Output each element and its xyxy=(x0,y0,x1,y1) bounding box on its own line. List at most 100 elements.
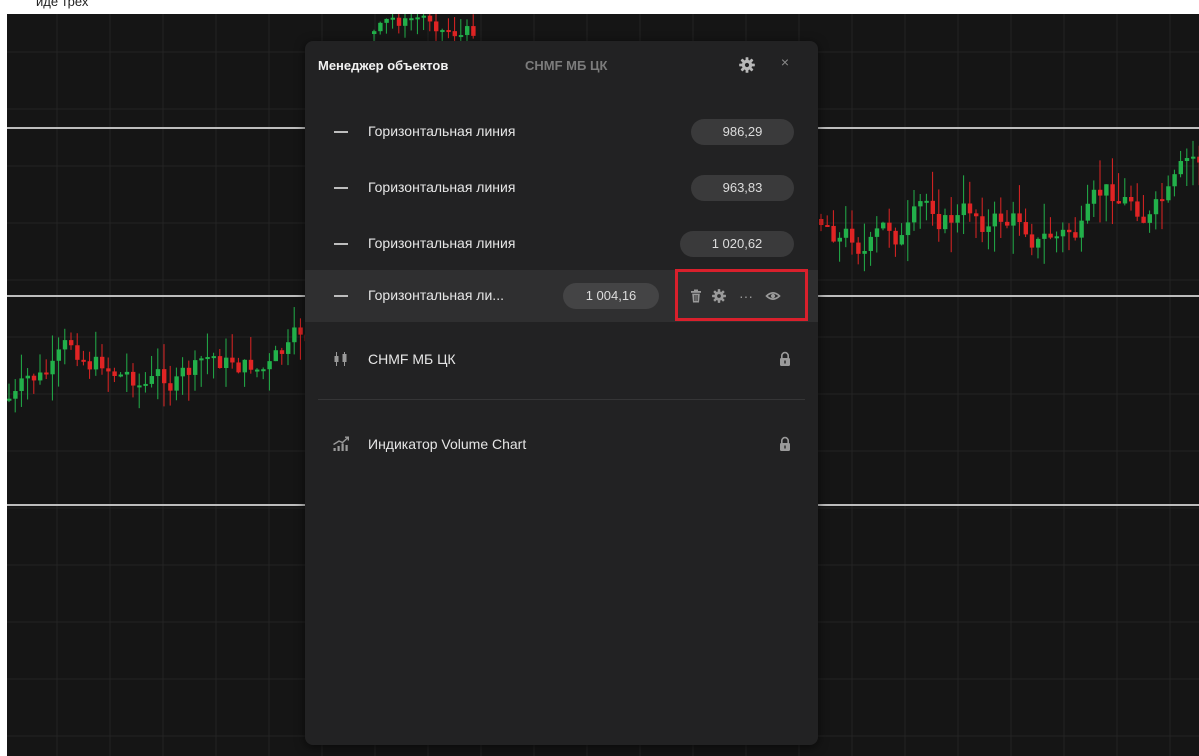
row-actions-highlight: ··· xyxy=(675,269,808,321)
candle-body xyxy=(87,361,92,370)
object-row[interactable]: Горизонтальная линия 1 020,62 xyxy=(305,218,818,270)
candle-body xyxy=(162,369,167,384)
indicator-row[interactable]: Индикатор Volume Chart xyxy=(305,419,818,471)
candle-body xyxy=(868,236,873,251)
candle-body xyxy=(286,342,291,354)
candles-icon xyxy=(334,352,347,366)
candle-body xyxy=(13,391,18,399)
trash-icon[interactable] xyxy=(688,288,704,304)
candle-body xyxy=(19,378,24,392)
candle-body xyxy=(384,18,389,23)
candle-body xyxy=(881,222,886,229)
candle-body xyxy=(1184,158,1190,162)
gear-icon[interactable] xyxy=(738,56,756,74)
candle-body xyxy=(843,228,849,238)
candle-body xyxy=(1147,214,1152,223)
candle-body xyxy=(403,18,408,26)
candle-body xyxy=(1122,196,1128,204)
candle-body xyxy=(168,383,173,391)
divider xyxy=(318,399,805,400)
instrument-label: CHMF МБ ЦК xyxy=(368,351,456,367)
candle-body xyxy=(255,369,260,372)
candle-body xyxy=(862,250,867,254)
candle-body xyxy=(1011,213,1016,226)
candle-body xyxy=(1005,221,1010,226)
object-manager-panel: Менеджер объектов CHMF МБ ЦК × Горизонта… xyxy=(305,41,818,745)
candle-body xyxy=(936,213,942,230)
candle-body xyxy=(446,30,451,33)
candle-body xyxy=(918,201,923,207)
candle-body xyxy=(118,374,123,377)
candle-body xyxy=(850,228,855,243)
candle-body xyxy=(50,360,55,375)
horizontal-line-icon xyxy=(334,187,348,189)
object-row[interactable]: Горизонтальная линия 963,83 xyxy=(305,162,818,214)
candle-body xyxy=(56,349,61,361)
candle-body xyxy=(831,225,836,242)
lock-icon[interactable] xyxy=(779,436,791,452)
candle-body xyxy=(819,219,824,226)
candle-body xyxy=(131,371,136,386)
candle-body xyxy=(893,230,898,245)
candle-body xyxy=(155,369,161,377)
candle-body xyxy=(1141,216,1146,223)
candle-body xyxy=(986,226,991,232)
candle-body xyxy=(1166,186,1171,201)
candle-body xyxy=(955,215,960,223)
object-label: Горизонтальная линия xyxy=(368,179,516,195)
horizontal-line-icon xyxy=(334,131,348,133)
candle-body xyxy=(25,375,30,379)
horizontal-line-icon xyxy=(334,295,348,297)
candle-body xyxy=(452,31,457,37)
candle-body xyxy=(230,357,235,363)
candle-body xyxy=(434,21,439,32)
object-row[interactable]: Горизонтальная линия 986,29 xyxy=(305,106,818,158)
candle-body xyxy=(1067,229,1072,233)
instrument-row[interactable]: CHMF МБ ЦК xyxy=(305,334,818,386)
candle-body xyxy=(143,383,148,386)
candle-body xyxy=(31,375,37,381)
candle-body xyxy=(458,35,464,38)
horizontal-line-icon xyxy=(334,243,348,245)
object-label: Горизонтальная ли... xyxy=(368,287,504,303)
candle-body xyxy=(1104,184,1109,196)
candle-body xyxy=(174,376,179,391)
candle-body xyxy=(992,213,997,227)
panel-header: Менеджер объектов CHMF МБ ЦК × xyxy=(305,41,818,93)
candle-body xyxy=(471,26,476,36)
candle-body xyxy=(236,362,241,373)
top-text: иде трех xyxy=(36,0,89,9)
object-label: Горизонтальная линия xyxy=(368,123,516,139)
candle-body xyxy=(465,26,470,36)
eye-icon[interactable] xyxy=(765,288,781,304)
candle-body xyxy=(378,22,383,32)
candle-body xyxy=(124,371,130,375)
candle-body xyxy=(69,340,74,346)
object-value: 963,83 xyxy=(691,175,794,201)
candle-body xyxy=(1160,199,1165,202)
candle-body xyxy=(186,367,192,375)
candle-body xyxy=(415,17,420,20)
gear-icon[interactable] xyxy=(711,288,727,304)
candle-body xyxy=(421,15,426,18)
candle-body xyxy=(180,367,185,377)
candle-body xyxy=(980,216,985,232)
candle-body xyxy=(1172,174,1177,187)
candle-body xyxy=(279,350,285,354)
candle-body xyxy=(1042,233,1047,239)
panel-title: Менеджер объектов xyxy=(318,58,449,73)
candle-body xyxy=(267,361,272,370)
lock-icon[interactable] xyxy=(779,351,791,367)
candle-body xyxy=(943,215,948,230)
candle-body xyxy=(248,359,254,370)
candle-body xyxy=(112,371,117,377)
candle-body xyxy=(81,359,86,362)
candle-body xyxy=(1129,196,1134,202)
candle-body xyxy=(205,357,210,360)
more-icon[interactable]: ··· xyxy=(735,289,757,305)
candle-body xyxy=(1191,156,1196,159)
candle-body xyxy=(967,203,973,214)
candle-body xyxy=(211,356,216,359)
close-icon[interactable]: × xyxy=(778,54,792,72)
candle-body xyxy=(75,345,80,360)
